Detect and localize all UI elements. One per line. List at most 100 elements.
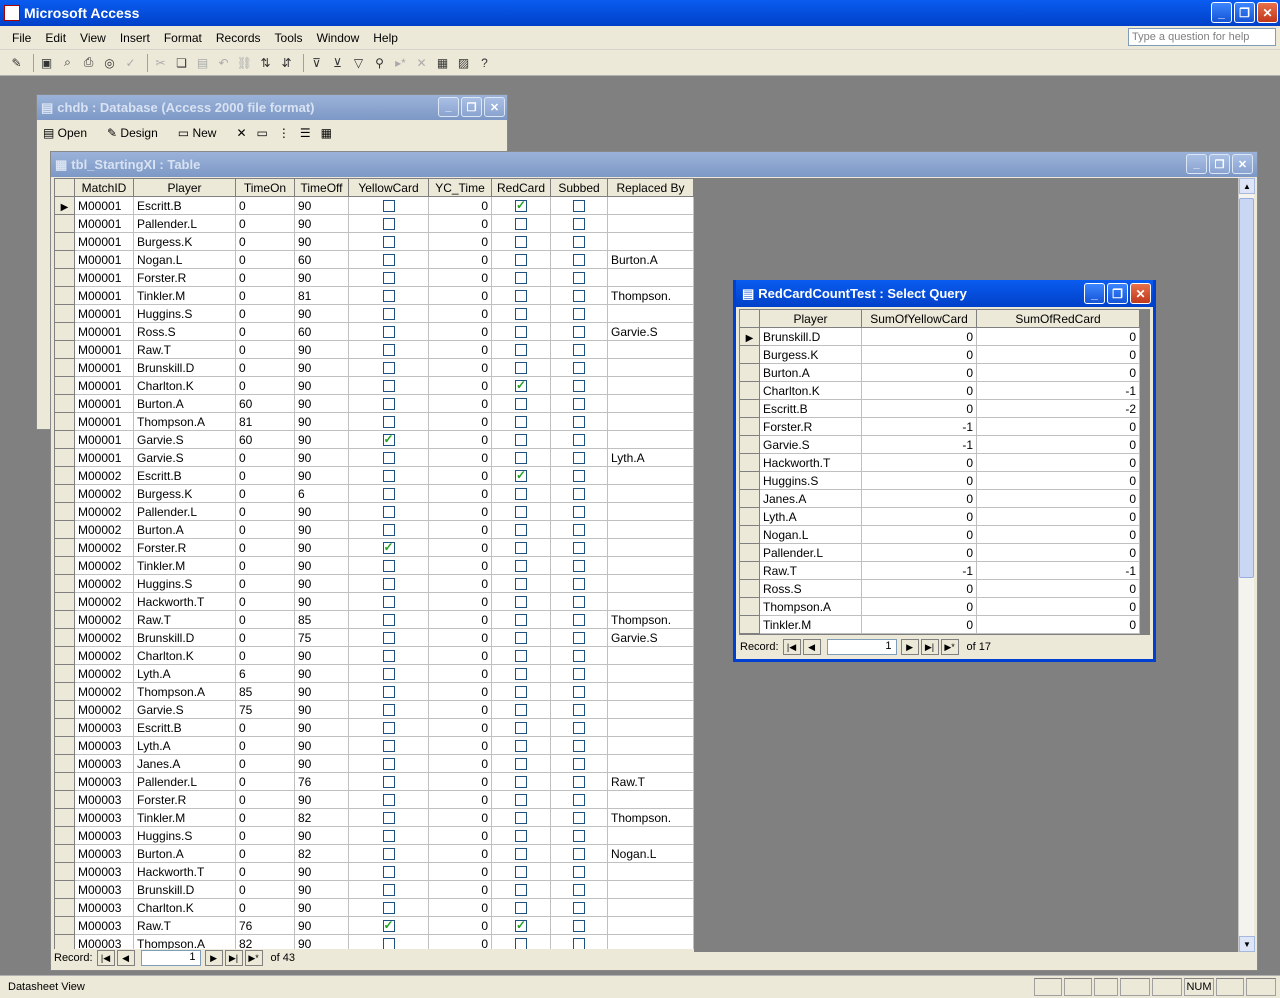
table-row[interactable]: M00001 Forster.R 0 90 0 bbox=[54, 268, 694, 287]
table-cell[interactable] bbox=[607, 754, 694, 773]
table-cell[interactable]: Burton.A bbox=[133, 844, 236, 863]
table-cell[interactable]: 0 bbox=[235, 466, 295, 485]
checkbox[interactable] bbox=[573, 722, 585, 735]
column-header[interactable]: TimeOff bbox=[294, 178, 349, 197]
row-selector[interactable] bbox=[54, 664, 75, 683]
checkbox[interactable] bbox=[573, 416, 585, 429]
table-cell[interactable] bbox=[607, 358, 694, 377]
table-cell[interactable]: 90 bbox=[294, 790, 349, 809]
query-cell[interactable]: 0 bbox=[976, 435, 1140, 454]
row-selector[interactable] bbox=[54, 232, 75, 251]
query-minimize-button[interactable]: _ bbox=[1084, 283, 1105, 304]
checkbox[interactable] bbox=[382, 866, 395, 879]
checkbox[interactable] bbox=[573, 560, 585, 573]
table-cell[interactable]: 60 bbox=[294, 250, 349, 269]
query-row-selector[interactable] bbox=[739, 525, 760, 544]
table-cell[interactable]: 0 bbox=[428, 772, 492, 791]
search-file-icon[interactable]: ⌕ bbox=[59, 54, 76, 71]
checkbox[interactable] bbox=[515, 362, 527, 375]
checkbox[interactable] bbox=[382, 344, 395, 357]
table-cell[interactable]: Escritt.B bbox=[133, 466, 236, 485]
query-row-selector[interactable] bbox=[739, 489, 760, 508]
checkbox[interactable] bbox=[382, 470, 395, 483]
delete-record-icon[interactable]: ✕ bbox=[413, 54, 430, 71]
checkbox[interactable] bbox=[515, 596, 527, 609]
query-cell[interactable]: 0 bbox=[976, 543, 1140, 562]
checkbox[interactable] bbox=[382, 812, 395, 825]
table-cell[interactable] bbox=[607, 574, 694, 593]
query-cell[interactable]: Hackworth.T bbox=[759, 453, 862, 472]
table-cell[interactable]: 0 bbox=[428, 340, 492, 359]
previous-record-icon[interactable]: ◀ bbox=[116, 950, 135, 966]
table-cell[interactable]: M00001 bbox=[74, 322, 134, 341]
row-selector[interactable] bbox=[54, 916, 75, 935]
row-selector[interactable] bbox=[54, 358, 75, 377]
query-column-header[interactable]: Player bbox=[759, 309, 862, 328]
table-row[interactable]: M00002 Brunskill.D 0 75 0 Garvie.S bbox=[54, 628, 694, 647]
table-cell[interactable]: 0 bbox=[428, 754, 492, 773]
table-cell[interactable] bbox=[607, 556, 694, 575]
filter-by-form-icon[interactable]: ⊻ bbox=[329, 54, 346, 71]
query-row-selector[interactable] bbox=[739, 417, 760, 436]
table-cell[interactable] bbox=[607, 682, 694, 701]
checkbox[interactable] bbox=[573, 488, 585, 501]
table-row[interactable]: M00001 Tinkler.M 0 81 0 Thompson. bbox=[54, 286, 694, 305]
table-row[interactable]: M00001 Raw.T 0 90 0 bbox=[54, 340, 694, 359]
table-cell[interactable]: 0 bbox=[428, 232, 492, 251]
table-cell[interactable] bbox=[607, 862, 694, 881]
checkbox[interactable] bbox=[573, 830, 585, 843]
table-cell[interactable]: 0 bbox=[235, 754, 295, 773]
list-icon[interactable]: ☰ bbox=[300, 126, 311, 140]
table-cell[interactable] bbox=[607, 520, 694, 539]
checkbox[interactable] bbox=[515, 524, 527, 537]
query-row-selector[interactable] bbox=[739, 345, 760, 364]
table-cell[interactable]: 0 bbox=[235, 826, 295, 845]
checkbox[interactable] bbox=[573, 632, 585, 645]
scroll-up-arrow-icon[interactable]: ▲ bbox=[1239, 178, 1255, 194]
row-selector[interactable] bbox=[54, 484, 75, 503]
table-close-button[interactable]: ✕ bbox=[1232, 154, 1253, 174]
query-row-selector[interactable] bbox=[739, 615, 760, 634]
table-row[interactable]: M00003 Charlton.K 0 90 0 bbox=[54, 898, 694, 917]
table-cell[interactable]: 0 bbox=[428, 592, 492, 611]
checkbox[interactable] bbox=[382, 776, 395, 789]
menu-window[interactable]: Window bbox=[317, 31, 360, 45]
table-row[interactable]: M00003 Burton.A 0 82 0 Nogan.L bbox=[54, 844, 694, 863]
table-cell[interactable]: 0 bbox=[428, 286, 492, 305]
table-row[interactable]: M00002 Pallender.L 0 90 0 bbox=[54, 502, 694, 521]
checkbox[interactable] bbox=[573, 614, 585, 627]
sort-descending-icon[interactable]: ⇵ bbox=[278, 54, 295, 71]
table-cell[interactable]: Raw.T bbox=[133, 610, 236, 629]
table-cell[interactable]: Brunskill.D bbox=[133, 880, 236, 899]
query-row[interactable]: Hackworth.T 0 0 bbox=[739, 453, 1140, 472]
row-selector[interactable] bbox=[54, 880, 75, 899]
table-cell[interactable]: 0 bbox=[235, 808, 295, 827]
row-selector[interactable] bbox=[54, 538, 75, 557]
db-restore-button[interactable]: ❐ bbox=[461, 97, 482, 117]
checkbox[interactable] bbox=[573, 596, 585, 609]
column-header[interactable]: MatchID bbox=[74, 178, 134, 197]
table-cell[interactable]: Lyth.A bbox=[607, 448, 694, 467]
query-previous-record-icon[interactable]: ◀ bbox=[802, 639, 821, 655]
checkbox[interactable] bbox=[515, 812, 527, 825]
table-cell[interactable]: M00001 bbox=[74, 214, 134, 233]
checkbox[interactable] bbox=[515, 488, 527, 501]
new-record-icon[interactable]: ▸* bbox=[392, 54, 409, 71]
table-cell[interactable] bbox=[607, 538, 694, 557]
query-cell[interactable]: 0 bbox=[976, 363, 1140, 382]
row-selector[interactable] bbox=[54, 754, 75, 773]
checkbox[interactable] bbox=[515, 344, 527, 357]
row-selector[interactable] bbox=[54, 700, 75, 719]
table-cell[interactable]: 0 bbox=[428, 628, 492, 647]
query-row[interactable]: Tinkler.M 0 0 bbox=[739, 615, 1140, 634]
row-selector[interactable] bbox=[54, 592, 75, 611]
query-cell[interactable]: 0 bbox=[976, 453, 1140, 472]
table-cell[interactable]: Burgess.K bbox=[133, 484, 236, 503]
table-cell[interactable] bbox=[607, 718, 694, 737]
table-cell[interactable]: 0 bbox=[428, 574, 492, 593]
paste-icon[interactable]: ▤ bbox=[194, 54, 211, 71]
table-cell[interactable]: Burton.A bbox=[133, 520, 236, 539]
checkbox[interactable] bbox=[515, 918, 527, 933]
query-row-selector[interactable] bbox=[739, 543, 760, 562]
table-cell[interactable]: Pallender.L bbox=[133, 772, 236, 791]
